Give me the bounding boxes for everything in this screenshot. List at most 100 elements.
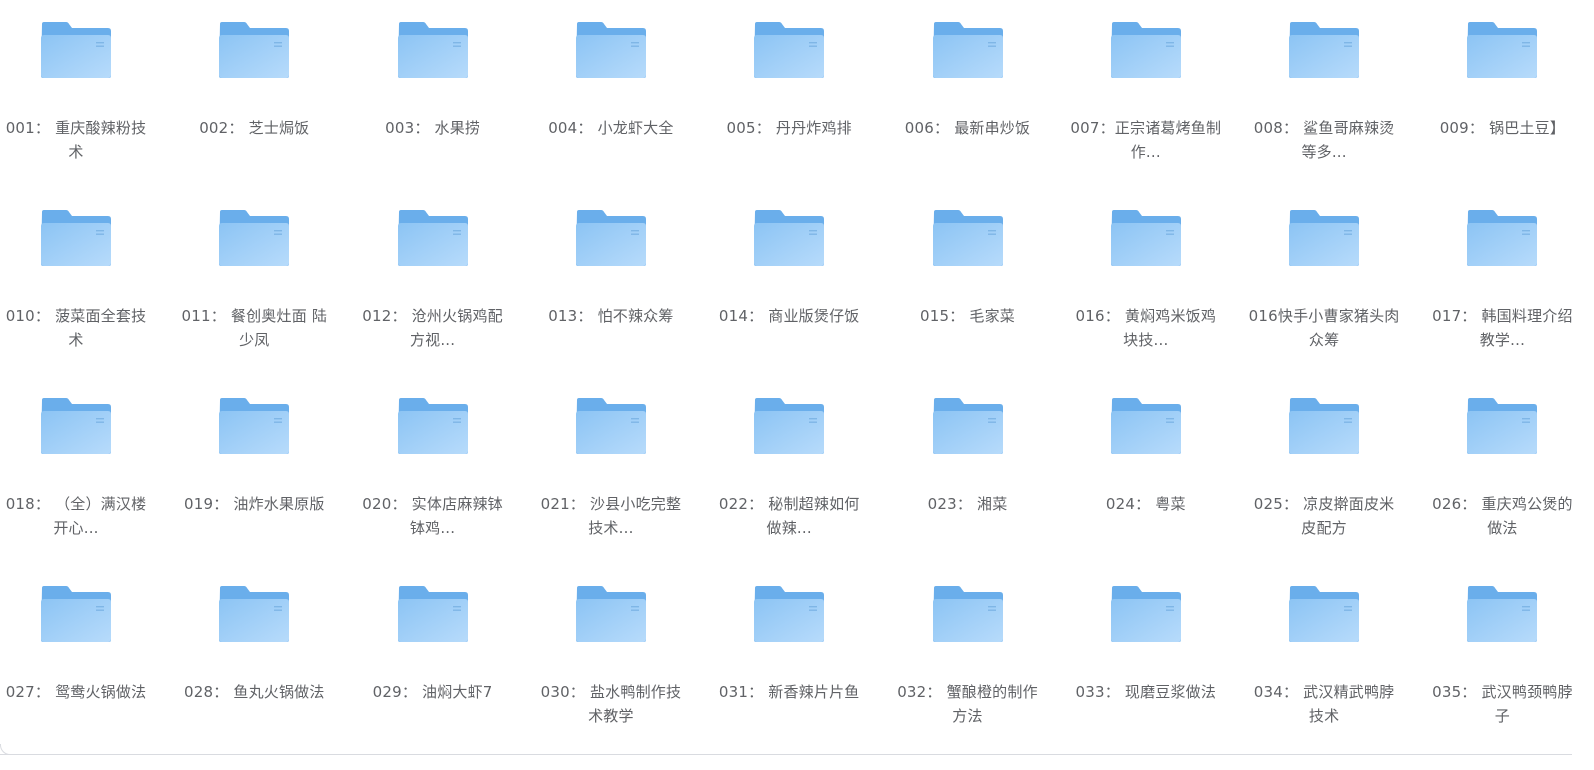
folder-item-07[interactable]: 007：正宗诸葛烤鱼制作... xyxy=(1070,0,1248,188)
folder-icon xyxy=(753,210,825,266)
folder-icon xyxy=(40,22,112,78)
folder-icon xyxy=(753,398,825,454)
folder-icon xyxy=(1466,586,1538,642)
folder-name: 005： 丹丹炸鸡排 xyxy=(726,119,852,137)
folder-icon xyxy=(575,22,647,78)
folder-name: 011： 餐创奥灶面 陆少凤 xyxy=(181,307,328,349)
folder-icon xyxy=(397,586,469,642)
folder-item-32[interactable]: 031： 新香辣片片鱼 xyxy=(713,564,891,752)
folder-name: 035： 武汉鸭颈鸭脖子 xyxy=(1432,683,1573,725)
folder-item-10[interactable]: 010： 菠菜面全套技术 xyxy=(0,188,178,376)
folder-icon xyxy=(218,210,290,266)
folder-icon xyxy=(1466,398,1538,454)
folder-name: 026： 重庆鸡公煲的做法 xyxy=(1432,495,1573,537)
folder-name: 032： 蟹酿橙的制作方法 xyxy=(897,683,1038,725)
folder-name: 024： 粤菜 xyxy=(1105,495,1186,513)
folder-name: 029： 油焖大虾7 xyxy=(372,683,493,701)
folder-item-11[interactable]: 011： 餐创奥灶面 陆少凤 xyxy=(178,188,356,376)
folder-icon xyxy=(40,586,112,642)
folder-name: 009： 锅巴土豆】 xyxy=(1439,119,1566,137)
folder-icon xyxy=(932,210,1004,266)
folder-icon xyxy=(932,586,1004,642)
folder-item-31[interactable]: 030： 盐水鸭制作技术教学 xyxy=(535,564,713,752)
folder-item-12[interactable]: 012： 沧州火锅鸡配方视... xyxy=(357,188,535,376)
folder-icon xyxy=(40,398,112,454)
folder-item-13[interactable]: 013： 怕不辣众筹 xyxy=(535,188,713,376)
folder-name: 003： 水果捞 xyxy=(385,119,481,137)
folder-item-29[interactable]: 028： 鱼丸火锅做法 xyxy=(178,564,356,752)
folder-item-15[interactable]: 015： 毛家菜 xyxy=(892,188,1070,376)
folder-name: 031： 新香辣片片鱼 xyxy=(718,683,860,701)
folder-name: 025： 凉皮擀面皮米皮配方 xyxy=(1253,495,1395,537)
folder-item-25[interactable]: 024： 粤菜 xyxy=(1070,376,1248,564)
folder-item-05[interactable]: 005： 丹丹炸鸡排 xyxy=(713,0,891,188)
folder-item-35[interactable]: 034： 武汉精武鸭脖技术 xyxy=(1248,564,1426,752)
folder-item-26[interactable]: 025： 凉皮擀面皮米皮配方 xyxy=(1248,376,1426,564)
folder-icon xyxy=(753,586,825,642)
folder-name: 017： 韩国料理介绍教学... xyxy=(1432,307,1573,349)
folder-name: 021： 沙县小吃完整技术... xyxy=(540,495,682,537)
folder-icon xyxy=(575,586,647,642)
folder-name: 001： 重庆酸辣粉技术 xyxy=(5,119,147,161)
folder-name: 019： 油炸水果原版 xyxy=(183,495,325,513)
folder-icon xyxy=(397,398,469,454)
folder-name: 033： 现磨豆浆做法 xyxy=(1075,683,1217,701)
folder-name: 012： 沧州火锅鸡配方视... xyxy=(362,307,503,349)
folder-name: 002： 芝士焗饭 xyxy=(199,119,310,137)
folder-icon xyxy=(575,398,647,454)
folder-name: 004： 小龙虾大全 xyxy=(548,119,674,137)
folder-item-04[interactable]: 004： 小龙虾大全 xyxy=(535,0,713,188)
folder-icon xyxy=(932,22,1004,78)
folder-name: 020： 实体店麻辣钵钵鸡... xyxy=(362,495,503,537)
folder-item-16[interactable]: 016： 黄焖鸡米饭鸡块技... xyxy=(1070,188,1248,376)
folder-icon xyxy=(40,210,112,266)
folder-item-08[interactable]: 008： 鲨鱼哥麻辣烫等多... xyxy=(1248,0,1426,188)
folder-name: 013： 怕不辣众筹 xyxy=(548,307,674,325)
folder-name: 016： 黄焖鸡米饭鸡块技... xyxy=(1075,307,1217,349)
folder-name: 014： 商业版煲仔饭 xyxy=(718,307,860,325)
folder-name: 007：正宗诸葛烤鱼制作... xyxy=(1070,119,1222,161)
folder-name: 022： 秘制超辣如何做辣... xyxy=(718,495,860,537)
folder-icon xyxy=(1110,586,1182,642)
folder-item-33[interactable]: 032： 蟹酿橙的制作方法 xyxy=(892,564,1070,752)
folder-icon xyxy=(753,22,825,78)
folder-item-34[interactable]: 033： 现磨豆浆做法 xyxy=(1070,564,1248,752)
folder-item-09[interactable]: 009： 锅巴土豆】 xyxy=(1426,0,1594,188)
folder-icon xyxy=(1288,210,1360,266)
folder-icon xyxy=(1466,210,1538,266)
folder-item-14[interactable]: 014： 商业版煲仔饭 xyxy=(713,188,891,376)
folder-icon xyxy=(1110,210,1182,266)
folder-item-24[interactable]: 023： 湘菜 xyxy=(892,376,1070,564)
folder-name: 015： 毛家菜 xyxy=(920,307,1015,325)
folder-name: 023： 湘菜 xyxy=(927,495,1008,513)
folder-icon xyxy=(1288,586,1360,642)
folder-item-06[interactable]: 006： 最新串炒饭 xyxy=(892,0,1070,188)
folder-icon xyxy=(932,398,1004,454)
folder-item-02[interactable]: 002： 芝士焗饭 xyxy=(178,0,356,188)
panel-bottom-border xyxy=(0,754,1572,755)
folder-item-28[interactable]: 027： 鸳鸯火锅做法 xyxy=(0,564,178,752)
folder-item-19[interactable]: 018： （全）满汉楼开心... xyxy=(0,376,178,564)
folder-grid: 001： 重庆酸辣粉技术 002： 芝士焗饭 003： 水果捞 004： 小龙虾… xyxy=(0,0,1594,770)
folder-icon xyxy=(1110,398,1182,454)
folder-item-20[interactable]: 019： 油炸水果原版 xyxy=(178,376,356,564)
folder-icon xyxy=(1288,22,1360,78)
folder-item-03[interactable]: 003： 水果捞 xyxy=(357,0,535,188)
folder-item-27[interactable]: 026： 重庆鸡公煲的做法 xyxy=(1426,376,1594,564)
folder-item-36[interactable]: 035： 武汉鸭颈鸭脖子 xyxy=(1426,564,1594,752)
folder-icon xyxy=(1110,22,1182,78)
folder-item-22[interactable]: 021： 沙县小吃完整技术... xyxy=(535,376,713,564)
folder-name: 027： 鸳鸯火锅做法 xyxy=(5,683,147,701)
folder-icon xyxy=(575,210,647,266)
folder-item-17[interactable]: 016快手小曹家猪头肉众筹 xyxy=(1248,188,1426,376)
folder-name: 006： 最新串炒饭 xyxy=(904,119,1031,137)
folder-icon xyxy=(218,398,290,454)
folder-item-23[interactable]: 022： 秘制超辣如何做辣... xyxy=(713,376,891,564)
folder-name: 018： （全）满汉楼开心... xyxy=(5,495,147,537)
folder-item-30[interactable]: 029： 油焖大虾7 xyxy=(357,564,535,752)
folder-item-21[interactable]: 020： 实体店麻辣钵钵鸡... xyxy=(357,376,535,564)
folder-name: 008： 鲨鱼哥麻辣烫等多... xyxy=(1253,119,1395,161)
folder-item-18[interactable]: 017： 韩国料理介绍教学... xyxy=(1426,188,1594,376)
folder-name: 030： 盐水鸭制作技术教学 xyxy=(540,683,682,725)
folder-item-01[interactable]: 001： 重庆酸辣粉技术 xyxy=(0,0,178,188)
